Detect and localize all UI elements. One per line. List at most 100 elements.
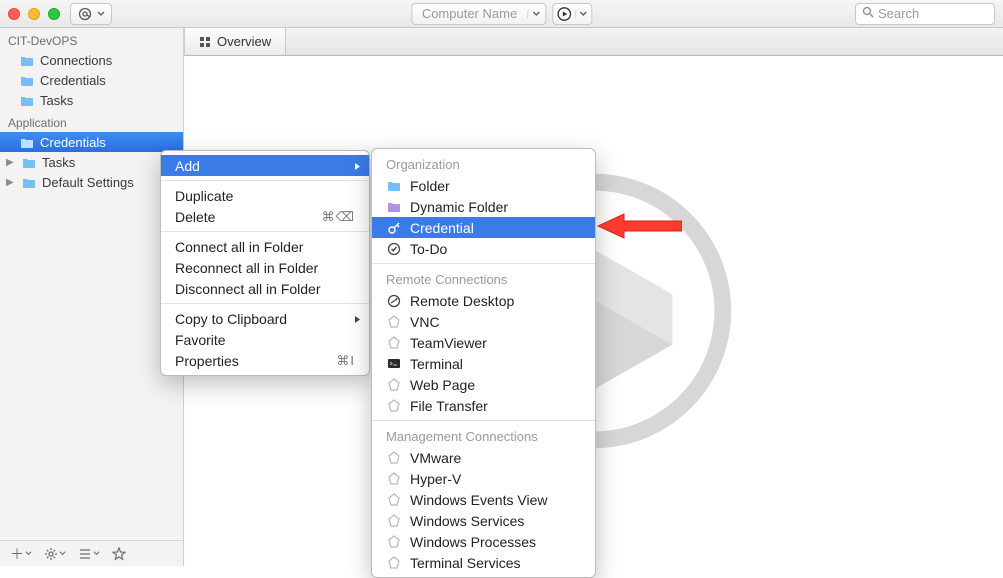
menu-item-label: TeamViewer	[410, 335, 487, 351]
search-icon	[862, 5, 874, 23]
submenu-item-file-transfer[interactable]: File Transfer	[372, 395, 595, 416]
menu-separator	[161, 180, 369, 181]
sidebar-item-app-credentials[interactable]: Credentials	[0, 132, 183, 152]
sidebar-item-label: Credentials	[40, 135, 106, 150]
submenu-item-terminal-services[interactable]: Terminal Services	[372, 552, 595, 573]
menu-item-label: Disconnect all in Folder	[175, 281, 321, 297]
sidebar-item-label: Credentials	[40, 73, 106, 88]
connection-icon	[386, 493, 402, 507]
computer-name-dropdown[interactable]: Computer Name	[411, 3, 546, 25]
disclosure-triangle-icon[interactable]: ▶	[6, 177, 16, 188]
submenu-section-remote: Remote Connections	[372, 268, 595, 290]
keyboard-shortcut: ⌘⌫	[322, 209, 355, 225]
grid-icon	[199, 36, 211, 48]
submenu-item-vmware[interactable]: VMware	[372, 447, 595, 468]
submenu-arrow-icon	[354, 158, 361, 174]
connection-icon	[386, 535, 402, 549]
sidebar-item-app-tasks[interactable]: ▶ Tasks	[0, 152, 183, 172]
menu-separator	[161, 303, 369, 304]
menu-item-favorite[interactable]: Favorite	[161, 329, 369, 350]
submenu-item-win-events[interactable]: Windows Events View	[372, 489, 595, 510]
sidebar-item-label: Connections	[40, 53, 112, 68]
chevron-down-icon	[527, 10, 545, 18]
submenu-item-win-processes[interactable]: Windows Processes	[372, 531, 595, 552]
add-submenu: Organization Folder Dynamic Folder Crede…	[371, 148, 596, 578]
menu-item-label: File Transfer	[410, 398, 488, 414]
key-icon	[386, 221, 402, 235]
search-input[interactable]	[878, 6, 988, 21]
menu-item-label: Terminal Services	[410, 555, 520, 571]
submenu-item-credential[interactable]: Credential	[372, 217, 595, 238]
submenu-item-terminal[interactable]: Terminal	[372, 353, 595, 374]
submenu-item-remote-desktop[interactable]: Remote Desktop	[372, 290, 595, 311]
connection-icon	[386, 451, 402, 465]
submenu-item-folder[interactable]: Folder	[372, 175, 595, 196]
sidebar-item-label: Default Settings	[42, 175, 134, 190]
keyboard-shortcut: ⌘I	[336, 353, 355, 369]
menu-item-properties[interactable]: Properties ⌘I	[161, 350, 369, 371]
titlebar: Computer Name	[0, 0, 1003, 28]
run-dropdown-button[interactable]	[552, 3, 592, 25]
submenu-item-dynamic-folder[interactable]: Dynamic Folder	[372, 196, 595, 217]
list-dropdown-button[interactable]	[78, 548, 100, 560]
disclosure-triangle-icon[interactable]: ▶	[6, 157, 16, 168]
menu-item-connect-all[interactable]: Connect all in Folder	[161, 236, 369, 257]
sidebar-item-label: Tasks	[42, 155, 75, 170]
sidebar-item-credentials[interactable]: Credentials	[0, 70, 183, 90]
submenu-item-vnc[interactable]: VNC	[372, 311, 595, 332]
menu-item-disconnect-all[interactable]: Disconnect all in Folder	[161, 278, 369, 299]
sidebar-footer-toolbar: ＋	[0, 540, 183, 566]
menu-item-copy-clipboard[interactable]: Copy to Clipboard	[161, 308, 369, 329]
menu-item-duplicate[interactable]: Duplicate	[161, 185, 369, 206]
remote-desktop-icon	[386, 294, 402, 308]
connection-icon	[386, 399, 402, 413]
connection-icon	[386, 514, 402, 528]
chevron-down-icon	[575, 10, 591, 18]
submenu-item-hyperv[interactable]: Hyper-V	[372, 468, 595, 489]
annotation-arrow	[596, 213, 682, 239]
target-icon	[77, 7, 93, 21]
menu-item-label: To-Do	[410, 241, 447, 257]
target-dropdown-button[interactable]	[70, 3, 112, 25]
connection-icon	[386, 336, 402, 350]
submenu-item-win-services[interactable]: Windows Services	[372, 510, 595, 531]
menu-item-label: Folder	[410, 178, 450, 194]
folder-icon	[20, 75, 34, 86]
folder-icon	[20, 95, 34, 106]
menu-item-label: Remote Desktop	[410, 293, 514, 309]
add-dropdown-button[interactable]: ＋	[10, 544, 32, 564]
gear-dropdown-button[interactable]	[44, 547, 66, 561]
favorite-star-button[interactable]	[112, 547, 126, 561]
submenu-item-teamviewer[interactable]: TeamViewer	[372, 332, 595, 353]
sidebar-group-application: Application	[0, 110, 183, 132]
tab-strip: Overview	[184, 28, 1003, 56]
sidebar-item-default-settings[interactable]: ▶ Default Settings	[0, 172, 183, 192]
folder-icon	[20, 55, 34, 66]
menu-item-label: Reconnect all in Folder	[175, 260, 318, 276]
menu-item-label: Credential	[410, 220, 474, 236]
menu-item-label: VMware	[410, 450, 461, 466]
window-controls	[8, 8, 60, 20]
terminal-icon	[386, 358, 402, 369]
search-field[interactable]	[855, 3, 995, 25]
context-menu: Add Duplicate Delete ⌘⌫ Connect all in F…	[160, 150, 370, 376]
menu-item-label: Dynamic Folder	[410, 199, 508, 215]
folder-icon	[20, 137, 34, 148]
sidebar: CIT-DevOPS Connections Credentials Tasks…	[0, 28, 184, 566]
tab-overview[interactable]: Overview	[185, 28, 286, 55]
menu-item-add[interactable]: Add	[161, 155, 369, 176]
menu-item-delete[interactable]: Delete ⌘⌫	[161, 206, 369, 227]
sidebar-item-connections[interactable]: Connections	[0, 50, 183, 70]
submenu-item-web-page[interactable]: Web Page	[372, 374, 595, 395]
close-window-button[interactable]	[8, 8, 20, 20]
sidebar-group-devops: CIT-DevOPS	[0, 28, 183, 50]
sidebar-item-tasks[interactable]: Tasks	[0, 90, 183, 110]
submenu-arrow-icon	[354, 311, 361, 327]
minimize-window-button[interactable]	[28, 8, 40, 20]
menu-item-label: Windows Services	[410, 513, 524, 529]
zoom-window-button[interactable]	[48, 8, 60, 20]
menu-item-label: Properties	[175, 353, 239, 369]
check-circle-icon	[386, 242, 402, 256]
menu-item-reconnect-all[interactable]: Reconnect all in Folder	[161, 257, 369, 278]
submenu-item-todo[interactable]: To-Do	[372, 238, 595, 259]
